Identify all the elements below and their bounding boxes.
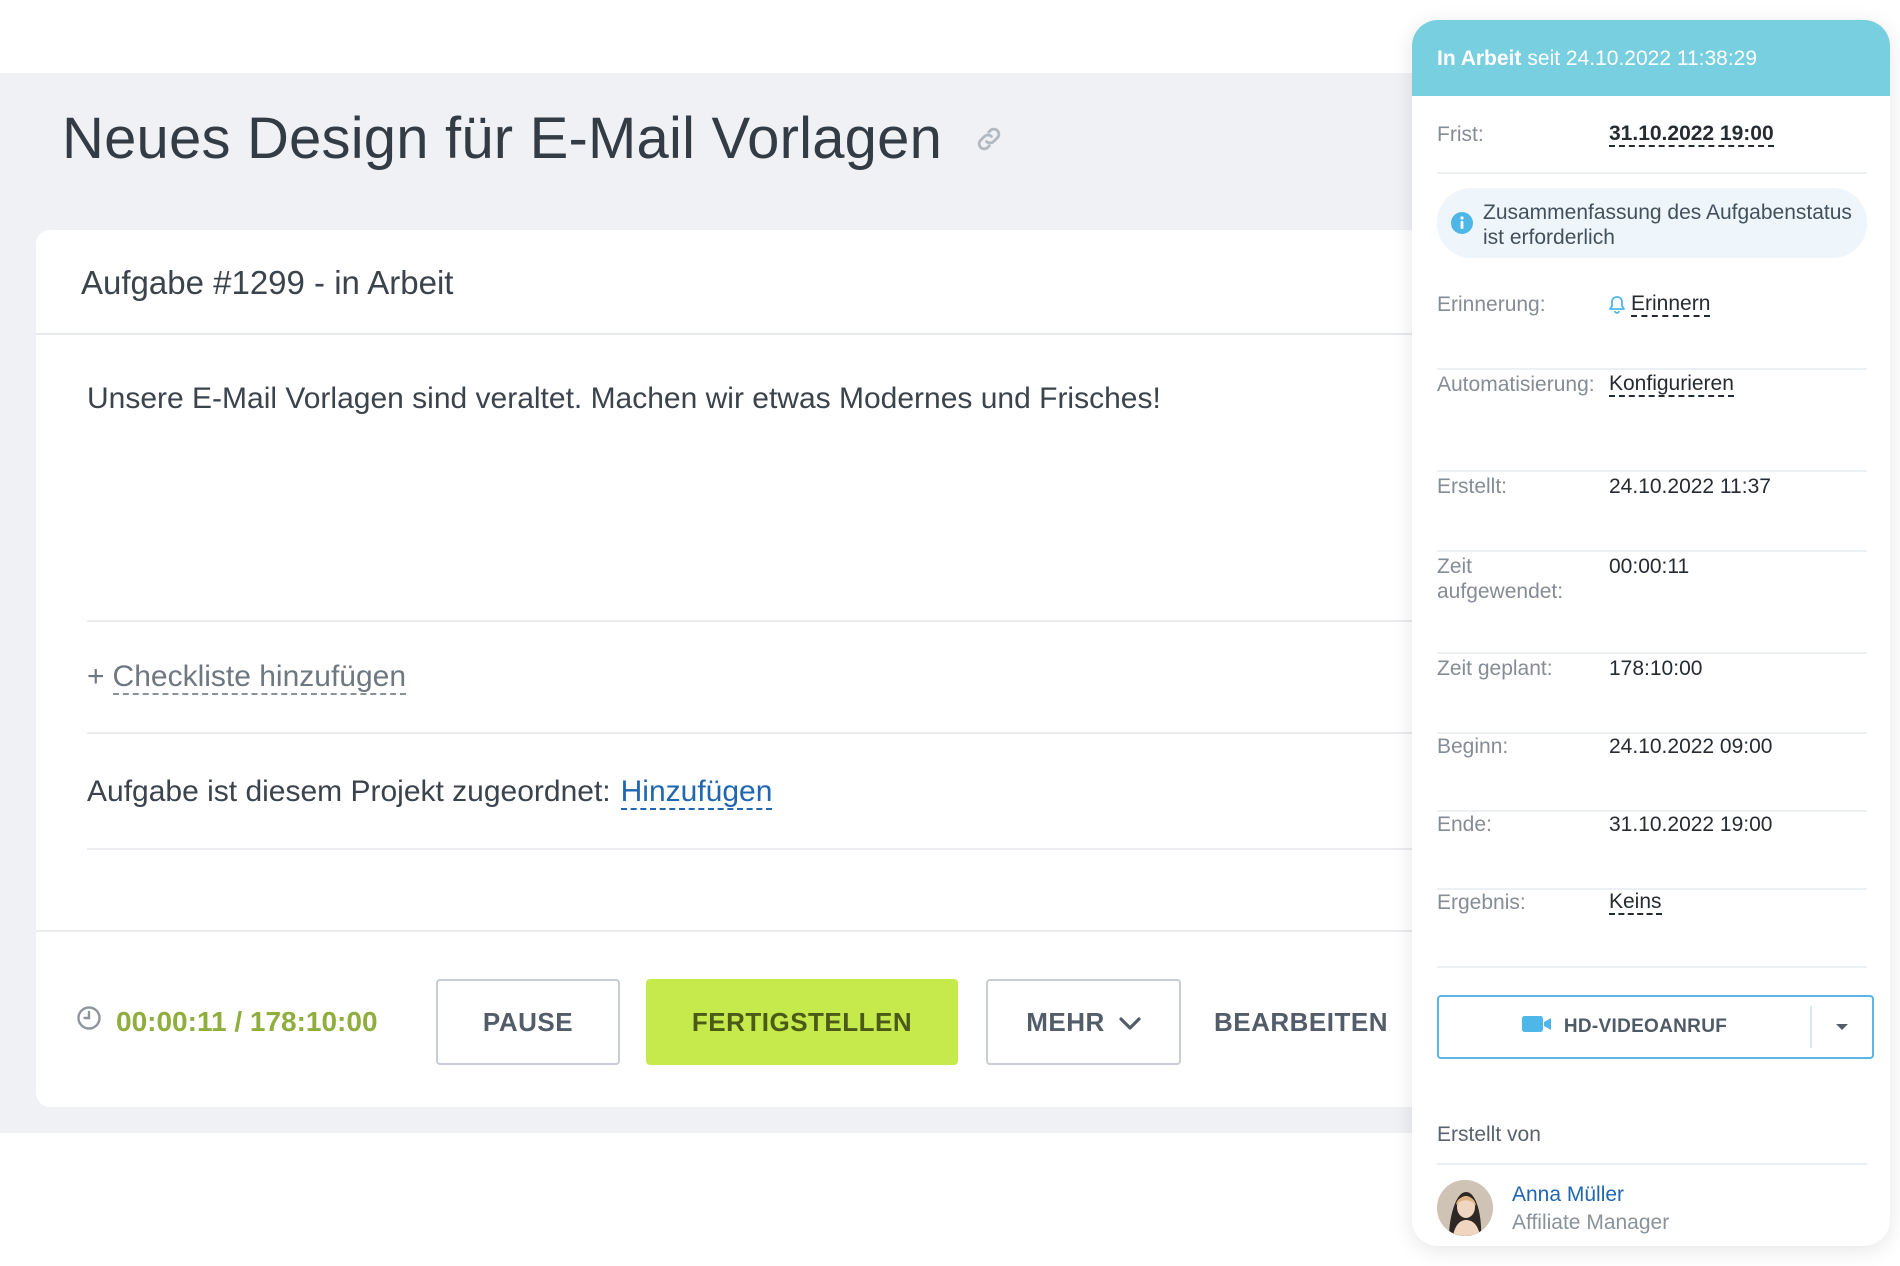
divider (87, 620, 1467, 622)
status-since: seit 24.10.2022 11:38:29 (1527, 47, 1758, 70)
created-by-label: Erstellt von (1437, 1123, 1541, 1146)
task-description[interactable]: Unsere E-Mail Vorlagen sind veraltet. Ma… (87, 382, 1161, 416)
video-call-main[interactable]: HD-VIDEOANRUF (1439, 1015, 1810, 1039)
notice-text: Zusammenfassung des Aufgabenstatus ist e… (1483, 201, 1852, 249)
divider (87, 732, 1467, 734)
automation-label: Automatisierung: (1437, 373, 1595, 396)
start-value: 24.10.2022 09:00 (1609, 735, 1773, 758)
link-icon[interactable] (972, 122, 1006, 156)
avatar[interactable] (1437, 1180, 1493, 1236)
time-planned-value: 178:10:00 (1609, 657, 1703, 680)
project-row: Aufgabe ist diesem Projekt zugeordnet: Hi… (87, 775, 773, 810)
result-link[interactable]: Keins (1609, 890, 1662, 915)
automation-link[interactable]: Konfigurieren (1609, 372, 1734, 397)
info-icon (1451, 212, 1473, 240)
result-field: Ergebnis: Keins (1437, 890, 1867, 968)
result-label: Ergebnis: (1437, 891, 1526, 914)
created-field: Erstellt: 24.10.2022 11:37 (1437, 474, 1867, 552)
add-checklist-label[interactable]: Checkliste hinzufügen (112, 660, 407, 695)
video-call-button[interactable]: HD-VIDEOANRUF (1437, 995, 1874, 1059)
reminder-value[interactable]: Erinnern (1609, 292, 1711, 317)
task-sidebar: In Arbeit seit 24.10.2022 11:38:29 Frist:… (1412, 20, 1890, 1246)
timer: 00:00:11 / 178:10:00 (76, 1005, 378, 1038)
automation-field: Automatisierung: Konfigurieren (1437, 372, 1867, 472)
status-summary-notice: Zusammenfassung des Aufgabenstatus ist e… (1437, 188, 1867, 258)
add-checklist-link[interactable]: + Checkliste hinzufügen (87, 660, 407, 695)
bell-icon (1609, 295, 1625, 314)
start-field: Beginn: 24.10.2022 09:00 (1437, 734, 1867, 812)
clock-icon (76, 1005, 102, 1038)
more-label: MEHR (1026, 1006, 1105, 1037)
pause-button[interactable]: PAUSE (436, 979, 620, 1065)
created-value: 24.10.2022 11:37 (1609, 475, 1771, 498)
creator-role: Affiliate Manager (1512, 1211, 1670, 1234)
action-bar: 00:00:11 / 178:10:00 PAUSE FERTIGSTELLEN… (36, 930, 1476, 1107)
edit-button[interactable]: BEARBEITEN (1206, 979, 1396, 1065)
divider (1437, 1163, 1867, 1165)
task-card: Aufgabe #1299 - in Arbeit Unsere E-Mail … (36, 230, 1476, 1107)
timer-value: 00:00:11 / 178:10:00 (116, 1005, 378, 1037)
end-field: Ende: 31.10.2022 19:00 (1437, 812, 1867, 890)
status-header: In Arbeit seit 24.10.2022 11:38:29 (1412, 20, 1890, 96)
task-header: Aufgabe #1299 - in Arbeit (36, 230, 1476, 335)
time-spent-field: Zeit aufgewendet: 00:00:11 (1437, 554, 1867, 654)
finish-button[interactable]: FERTIGSTELLEN (646, 979, 958, 1065)
time-spent-label: Zeit aufgewendet: (1437, 555, 1564, 603)
reminder-field: Erinnerung: Erinnern (1437, 292, 1867, 370)
reminder-label: Erinnerung: (1437, 293, 1546, 316)
plus-icon: + (87, 660, 105, 693)
chevron-down-icon (1119, 1007, 1141, 1038)
more-button[interactable]: MEHR (986, 979, 1181, 1065)
add-project-link[interactable]: Hinzufügen (620, 775, 773, 810)
creator-name[interactable]: Anna Müller (1512, 1183, 1624, 1207)
caret-down-icon[interactable] (1812, 1023, 1872, 1031)
divider (87, 848, 1467, 850)
project-label: Aufgabe ist diesem Projekt zugeordnet: (87, 775, 611, 808)
deadline-value[interactable]: 31.10.2022 19:00 (1609, 122, 1774, 147)
deadline-label: Frist: (1437, 123, 1484, 146)
reminder-link[interactable]: Erinnern (1631, 292, 1711, 317)
start-label: Beginn: (1437, 735, 1509, 758)
created-label: Erstellt: (1437, 475, 1508, 498)
page-title: Neues Design für E-Mail Vorlagen (62, 106, 943, 171)
video-call-label: HD-VIDEOANRUF (1563, 1016, 1728, 1037)
page-title-row: Neues Design für E-Mail Vorlagen (62, 105, 1006, 172)
status-label: In Arbeit (1437, 47, 1522, 70)
end-label: Ende: (1437, 813, 1492, 836)
video-camera-icon (1521, 1015, 1552, 1039)
end-value: 31.10.2022 19:00 (1609, 813, 1773, 836)
time-planned-field: Zeit geplant: 178:10:00 (1437, 656, 1867, 734)
time-planned-label: Zeit geplant: (1437, 657, 1553, 680)
deadline-field: Frist: 31.10.2022 19:00 (1437, 122, 1867, 174)
time-spent-value: 00:00:11 (1609, 555, 1690, 578)
